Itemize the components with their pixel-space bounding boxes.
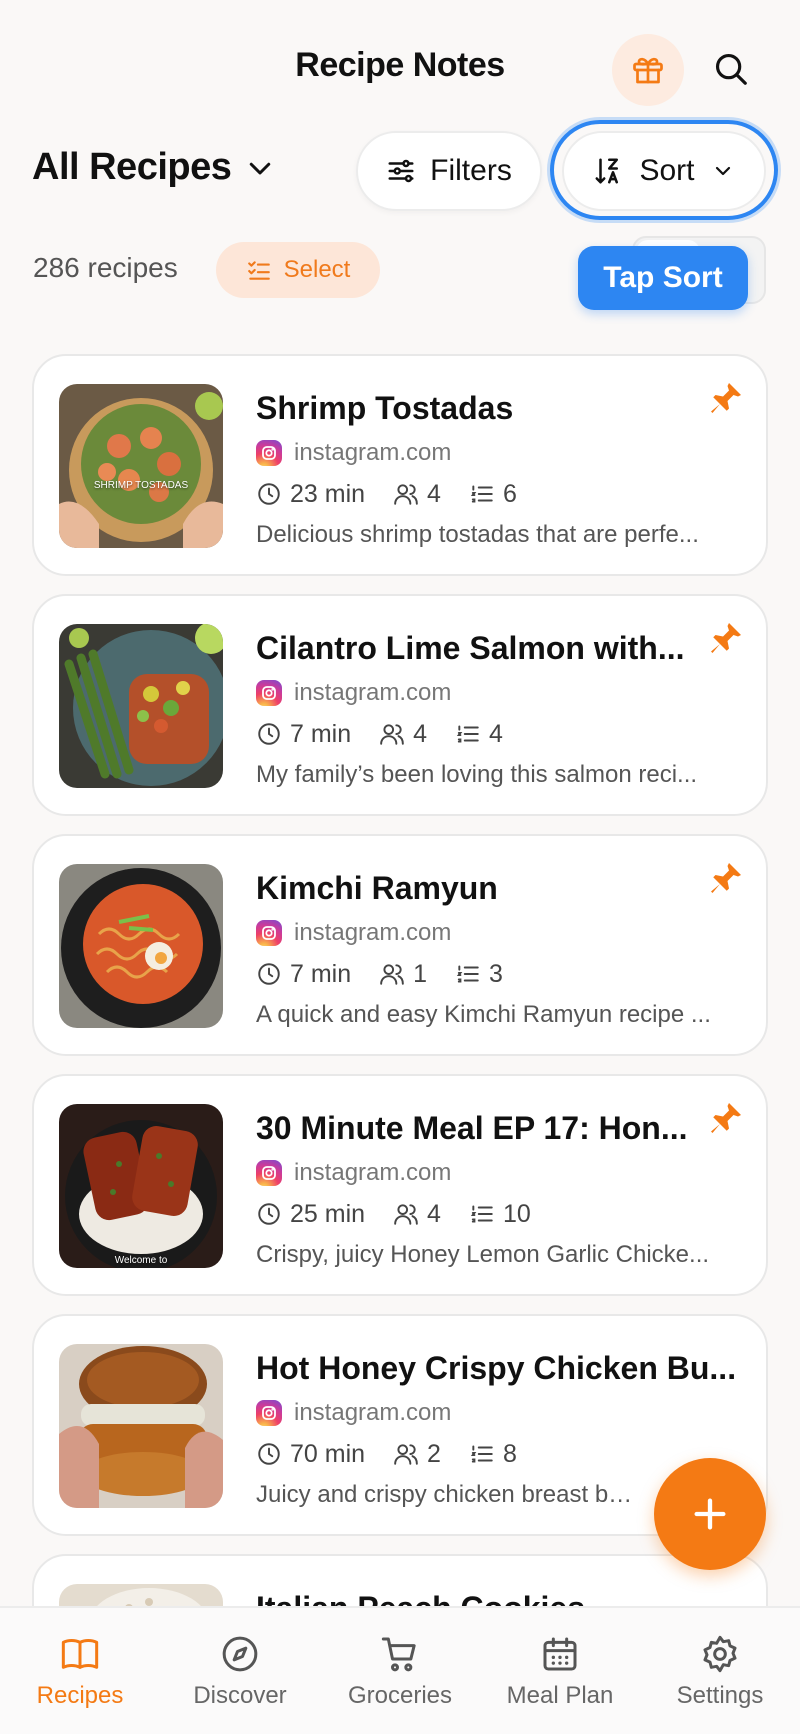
filters-label: Filters: [430, 154, 512, 187]
gift-icon: [633, 57, 663, 84]
book-icon: [61, 1638, 99, 1669]
steps-icon: [470, 1445, 493, 1463]
recipe-title: 30 Minute Meal EP 17: Hon...: [256, 1110, 688, 1146]
collection-dropdown[interactable]: All Recipes: [32, 146, 275, 189]
recipe-steps: 8: [502, 1439, 517, 1468]
collection-title: All Recipes: [32, 146, 232, 188]
recipe-description: My family’s been loving this salmon reci…: [256, 761, 698, 788]
compass-icon: [222, 1636, 258, 1672]
recipe-source: instagram.com: [294, 679, 452, 706]
recipe-card[interactable]: Kimchi Ramyun instagram.com 7 min 1 3 A …: [32, 834, 768, 1056]
recipe-source: instagram.com: [294, 439, 452, 466]
recipe-steps: 3: [489, 959, 503, 988]
instagram-icon: [256, 440, 282, 466]
servings-icon: [380, 964, 404, 985]
instagram-icon: [256, 680, 282, 706]
tab-meal-plan[interactable]: Meal Plan: [480, 1608, 640, 1734]
add-recipe-button[interactable]: [654, 1458, 766, 1570]
sliders-icon: [388, 159, 414, 183]
tab-label: Settings: [676, 1682, 764, 1709]
recipe-steps: 6: [502, 479, 517, 508]
recipe-time: 7 min: [290, 959, 352, 988]
recipe-servings: 4: [427, 479, 441, 508]
tab-discover[interactable]: Discover: [160, 1608, 320, 1734]
sort-button[interactable]: Sort: [562, 131, 766, 211]
recipe-source: instagram.com: [294, 1399, 452, 1426]
recipe-thumbnail: Welcome to: [59, 1104, 223, 1268]
recipe-thumbnail: [59, 624, 223, 788]
recipe-card[interactable]: SHRIMP TOSTADAS Shrimp Tostadas instagra…: [32, 354, 768, 576]
app-screen: Recipe Notes All Recipes Filters Sort 28…: [0, 0, 800, 1734]
sort-label: Sort: [639, 154, 695, 187]
recipe-title: Cilantro Lime Salmon with...: [256, 630, 685, 666]
recipe-count: 286 recipes: [33, 252, 178, 283]
recipe-servings: 1: [413, 959, 428, 988]
tab-settings[interactable]: Settings: [640, 1608, 800, 1734]
recipe-servings: 4: [427, 1199, 441, 1228]
steps-icon: [470, 485, 493, 503]
recipe-title: Kimchi Ramyun: [256, 870, 498, 906]
thumbnail-caption: Welcome to: [114, 1255, 168, 1266]
plus-icon: [694, 1498, 726, 1530]
servings-icon: [394, 1444, 418, 1465]
recipe-description: A quick and easy Kimchi Ramyun recipe ..…: [256, 1001, 711, 1028]
tab-label: Meal Plan: [506, 1682, 614, 1709]
recipe-thumbnail: [59, 1344, 223, 1508]
clock-icon: [258, 963, 280, 985]
servings-icon: [394, 484, 418, 505]
search-icon: [715, 53, 747, 85]
gift-button[interactable]: [612, 34, 684, 106]
recipe-time: 7 min: [290, 719, 352, 748]
recipe-time: 25 min: [290, 1199, 366, 1228]
recipe-source: instagram.com: [294, 1159, 452, 1186]
search-button[interactable]: [706, 44, 756, 94]
thumbnail-caption: SHRIMP TOSTADAS: [93, 480, 189, 491]
recipe-title: Hot Honey Crispy Chicken Bu...: [256, 1350, 737, 1386]
recipe-card[interactable]: Welcome to 30 Minute Meal EP 17: Hon... …: [32, 1074, 768, 1296]
recipe-description: Crispy, juicy Honey Lemon Garlic Chicke.…: [256, 1241, 710, 1268]
sort-az-icon: [595, 158, 619, 184]
checklist-icon: [247, 261, 270, 280]
instagram-icon: [256, 1400, 282, 1426]
chevron-down-icon: [250, 162, 271, 174]
servings-icon: [394, 1204, 418, 1225]
recipe-thumbnail: [59, 864, 223, 1028]
tab-label: Groceries: [347, 1682, 453, 1709]
bottom-tab-bar: Recipes Discover Groceries Meal Plan Set…: [0, 1606, 800, 1734]
chevron-down-icon: [715, 166, 730, 176]
sort-tooltip: Tap Sort: [578, 246, 748, 310]
tab-groceries[interactable]: Groceries: [320, 1608, 480, 1734]
recipe-title: Shrimp Tostadas: [256, 390, 514, 426]
recipe-time: 23 min: [290, 479, 366, 508]
clock-icon: [258, 483, 280, 505]
select-button[interactable]: Select: [216, 242, 380, 298]
recipe-steps: 4: [489, 719, 503, 748]
tab-recipes[interactable]: Recipes: [0, 1608, 160, 1734]
gear-icon: [703, 1635, 737, 1673]
calendar-icon: [543, 1637, 577, 1671]
recipe-source: instagram.com: [294, 919, 452, 946]
servings-icon: [380, 724, 404, 745]
instagram-icon: [256, 920, 282, 946]
instagram-icon: [256, 1160, 282, 1186]
recipe-servings: 4: [413, 719, 428, 748]
recipe-servings: 2: [427, 1439, 441, 1468]
clock-icon: [258, 723, 280, 745]
steps-icon: [470, 1205, 493, 1223]
steps-icon: [456, 725, 479, 743]
recipe-thumbnail: SHRIMP TOSTADAS: [59, 384, 223, 548]
clock-icon: [258, 1443, 280, 1465]
select-label: Select: [283, 256, 351, 283]
recipe-description: Delicious shrimp tostadas that are perfe…: [256, 521, 699, 548]
recipe-card[interactable]: Cilantro Lime Salmon with... instagram.c…: [32, 594, 768, 816]
clock-icon: [258, 1203, 280, 1225]
filters-button[interactable]: Filters: [356, 131, 542, 211]
recipe-steps: 10: [502, 1199, 531, 1228]
cart-icon: [381, 1637, 416, 1672]
steps-icon: [456, 965, 479, 983]
recipe-time: 70 min: [290, 1439, 366, 1468]
tab-label: Recipes: [36, 1682, 124, 1709]
tab-label: Discover: [193, 1682, 287, 1709]
